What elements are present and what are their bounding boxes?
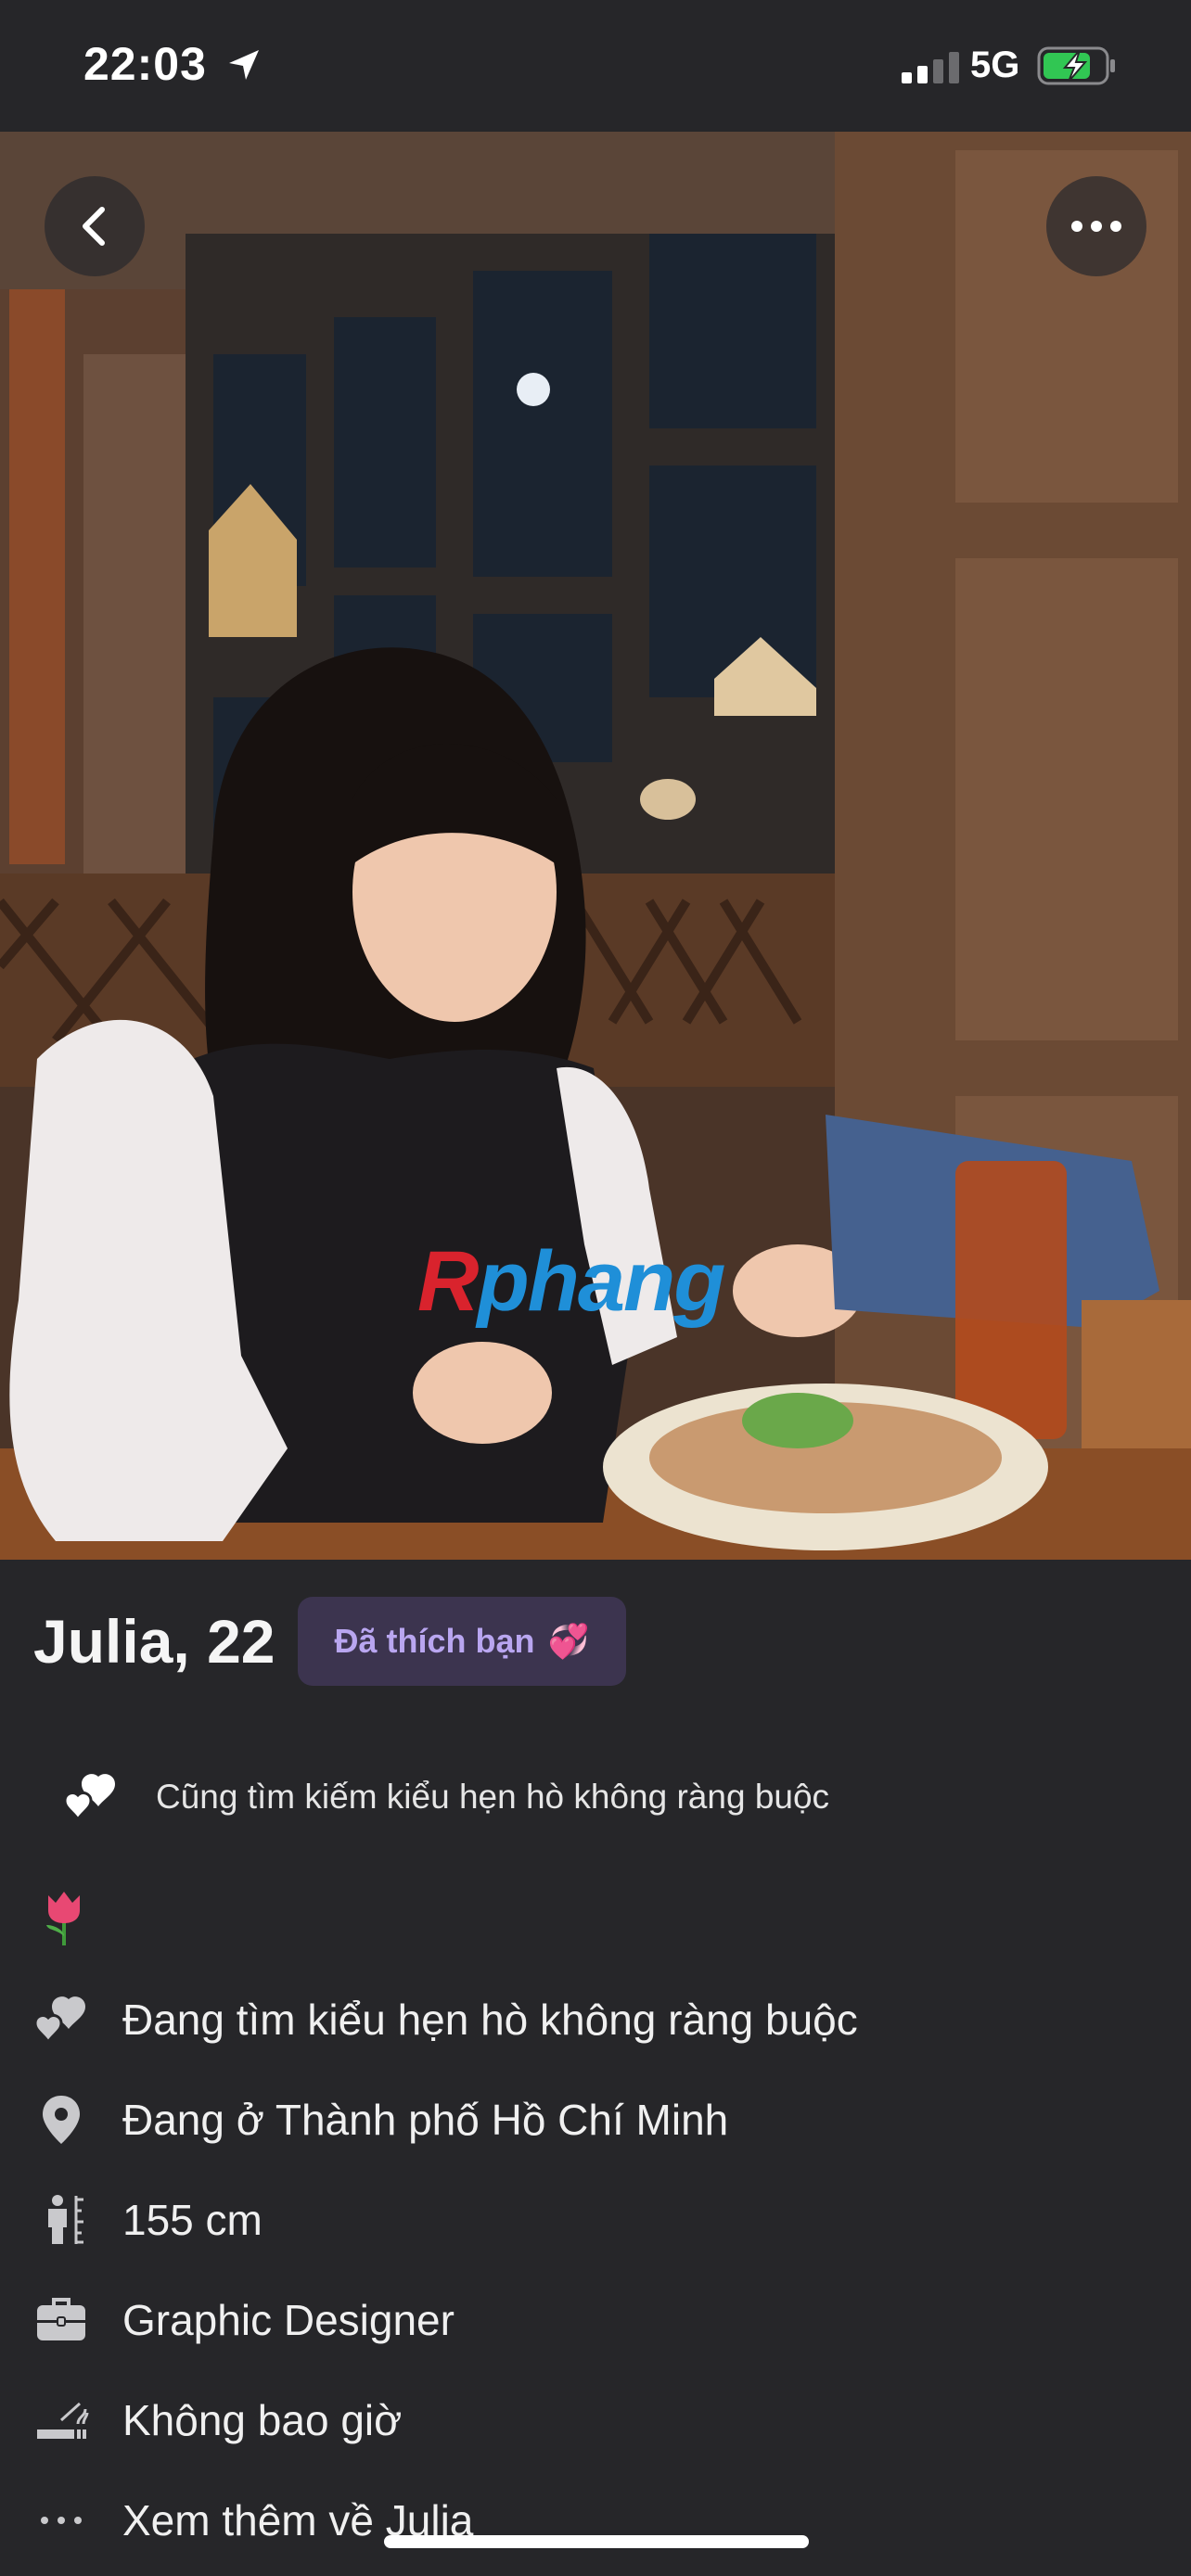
detail-text: Đang tìm kiểu hẹn hò không ràng buộc bbox=[122, 1996, 858, 2044]
hearts-icon bbox=[63, 1774, 115, 1822]
more-options-button[interactable] bbox=[1046, 176, 1146, 276]
detail-text: 155 cm bbox=[122, 2196, 263, 2244]
location-pin-icon bbox=[43, 2096, 80, 2144]
tulip-icon bbox=[46, 1892, 80, 1945]
name-row: Julia, 22 Đã thích bạn 💞 bbox=[33, 1597, 627, 1686]
more-dots-icon bbox=[41, 2517, 82, 2524]
detail-text: Graphic Designer bbox=[122, 2296, 455, 2344]
liked-badge-label: Đã thích bạn bbox=[334, 1622, 535, 1660]
home-indicator[interactable] bbox=[384, 2535, 809, 2548]
profile-details: Đang tìm kiểu hẹn hò không ràng buộc Đan… bbox=[33, 1970, 1165, 2570]
height-icon bbox=[48, 2195, 83, 2244]
location-arrow-icon bbox=[229, 50, 259, 80]
shared-intent-text: Cũng tìm kiếm kiểu hẹn hò không ràng buộ… bbox=[156, 1778, 830, 1816]
see-more-about-button[interactable]: Xem thêm về Julia bbox=[33, 2470, 1165, 2570]
briefcase-icon bbox=[37, 2298, 85, 2340]
chevron-left-icon bbox=[83, 207, 105, 246]
more-horizontal-icon bbox=[1071, 221, 1121, 232]
network-type: 5G bbox=[970, 45, 1020, 85]
shared-intent-row: Cũng tìm kiếm kiểu hẹn hò không ràng buộ… bbox=[63, 1767, 829, 1827]
status-time: 22:03 bbox=[83, 38, 207, 90]
detail-height: 155 cm bbox=[33, 2170, 1165, 2270]
detail-text: Không bao giờ bbox=[122, 2396, 403, 2444]
detail-text: Đang ở Thành phố Hồ Chí Minh bbox=[122, 2096, 729, 2144]
two-hearts-icon: 💞 bbox=[547, 1622, 590, 1660]
hearts-icon bbox=[33, 1996, 85, 2045]
smoking-icon bbox=[37, 2402, 89, 2439]
detail-relationship-intent: Đang tìm kiểu hẹn hò không ràng buộc bbox=[33, 1970, 1165, 2070]
watermark: Rphang bbox=[417, 1234, 725, 1329]
profile-photo[interactable]: Rphang bbox=[0, 132, 1191, 1560]
detail-job: Graphic Designer bbox=[33, 2270, 1165, 2370]
profile-name: Julia, 22 bbox=[33, 1607, 275, 1676]
photo-scene bbox=[0, 132, 1191, 1560]
detail-location: Đang ở Thành phố Hồ Chí Minh bbox=[33, 2070, 1165, 2170]
liked-you-badge: Đã thích bạn 💞 bbox=[297, 1597, 627, 1686]
battery-charging-icon bbox=[1037, 46, 1115, 85]
signal-icon bbox=[902, 52, 959, 83]
status-bar: 22:03 5G bbox=[0, 0, 1191, 132]
back-button[interactable] bbox=[45, 176, 145, 276]
detail-smoking: Không bao giờ bbox=[33, 2370, 1165, 2470]
